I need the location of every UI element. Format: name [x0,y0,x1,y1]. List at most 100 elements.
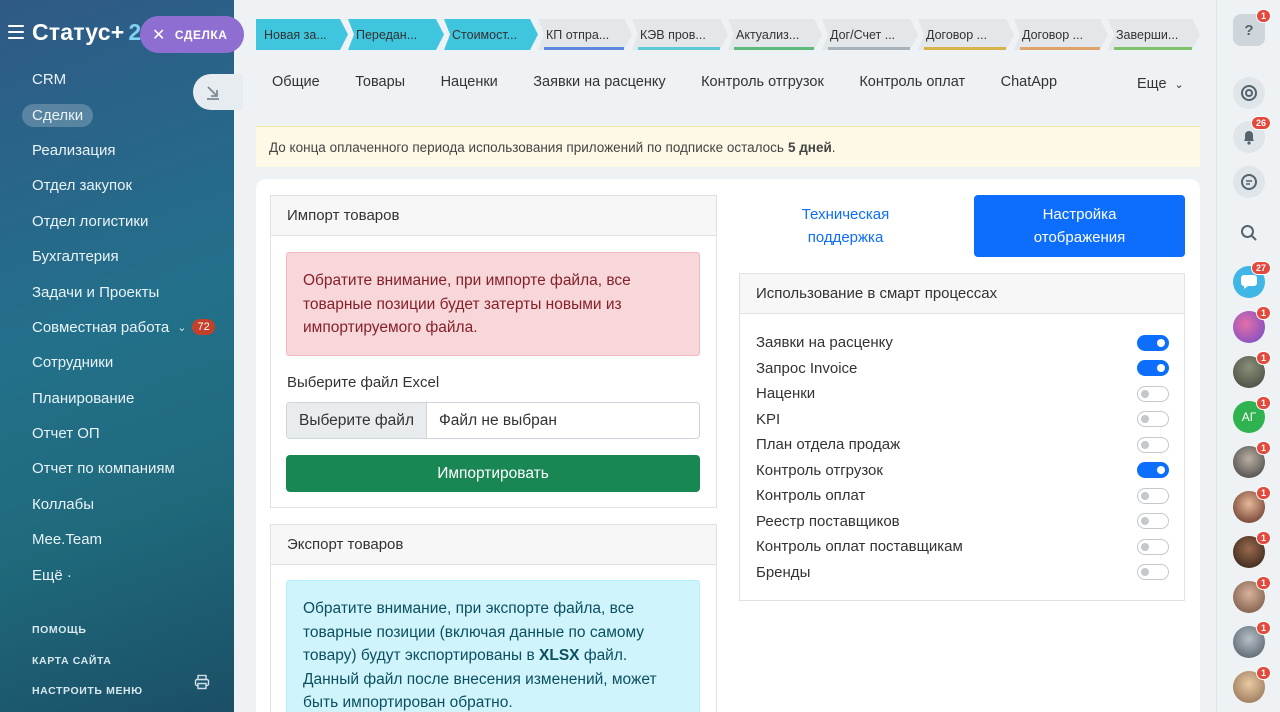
deal-tabs: Общие Товары Наценки Заявки на расценку Конт… [272,74,1093,90]
stage-step[interactable]: Передан... [348,19,444,50]
toggle-switch[interactable] [1137,538,1169,555]
tab[interactable]: Наценки [441,74,498,90]
tab[interactable]: Общие [272,74,320,90]
menu-burger-icon[interactable] [8,25,24,39]
smart-process-row: Запрос Invoice [756,356,1169,382]
stage-step[interactable]: КЭВ пров... [632,19,728,50]
stage-step[interactable]: Актуализ... [728,19,822,50]
sidebar-item[interactable]: Задачи и Проекты [0,274,234,309]
stage-color-line [354,47,436,50]
user-avatar-4[interactable]: 1 [1233,486,1271,523]
tab[interactable]: ChatApp [1001,74,1057,90]
stage-step[interactable]: Дог/Счет ... [822,19,918,50]
notifications-button[interactable]: 26 [1233,116,1271,153]
sidebar-item-label: CRM [32,71,67,89]
stage-color-line [734,47,814,50]
chevron-down-icon[interactable]: ⌄ [177,321,186,334]
tab[interactable]: Контроль оплат [859,74,965,90]
sidebar-item[interactable]: Коллабы [0,487,234,522]
smart-process-label: Контроль оплат [756,487,866,505]
sidebar-item[interactable]: Ещё · [0,557,234,592]
smart-processes-list: Заявки на расценку Запрос Invoice Наценки K… [756,330,1169,585]
user-avatar-6[interactable]: 1 [1233,576,1271,613]
tab[interactable]: Заявки на расценку [533,74,665,90]
sidebar-item[interactable]: Отчет по компаниям [0,451,234,486]
stage-step[interactable]: Стоимост... [444,19,538,50]
user-avatar-ag[interactable]: АГ 1 [1233,396,1271,433]
toggle-switch[interactable] [1137,360,1169,377]
chat-avatar[interactable]: 27 [1233,261,1271,298]
stage-step[interactable]: Новая за... [256,19,348,50]
toggle-switch[interactable] [1137,411,1169,428]
smart-process-row: Наценки [756,381,1169,407]
stage-step[interactable]: КП отпра... [538,19,632,50]
tab[interactable]: Товары [355,74,405,90]
display-settings-button[interactable]: Настройка отображения [974,195,1185,257]
smart-process-label: Реестр поставщиков [756,512,900,530]
toggle-switch[interactable] [1137,513,1169,530]
sidebar-item-label: Реализация [32,141,116,159]
excel-file-input[interactable]: Выберите файл Файл не выбран [286,402,700,439]
file-label: Выберите файл Excel [287,374,440,391]
chat-icon [1241,275,1257,289]
stage-color-line [262,47,340,50]
import-button[interactable]: Импортировать [286,455,700,492]
user-avatar-2[interactable]: 1 [1233,351,1271,388]
import-card: Импорт товаров Обратите внимание, при им… [270,195,717,508]
tech-support-link[interactable]: Техническая поддержка [740,203,951,249]
user-avatar-1[interactable]: 1 [1233,306,1271,343]
stage-color-line [544,47,624,50]
sidebar-item[interactable]: Совместная работа ⌄ 72 [0,310,234,345]
sitemap-link[interactable]: КАРТА САЙТА [32,655,112,667]
sidebar-item[interactable]: Mee.Team [0,522,234,557]
sidebar-item[interactable]: Отдел закупок [0,168,234,203]
stage-step[interactable]: Заверши... [1108,19,1200,50]
choose-file-button[interactable]: Выберите файл [287,403,428,438]
user-avatar-5[interactable]: 1 [1233,531,1271,568]
help-button[interactable]: ? 1 [1233,9,1271,46]
smart-process-row: KPI [756,407,1169,433]
sidebar-item[interactable]: Отдел логистики [0,204,234,239]
sidebar-item-label: Сотрудники [32,354,114,372]
stream-button[interactable] [1233,77,1265,109]
search-button[interactable] [1233,217,1265,249]
sidebar-item[interactable]: Планирование [0,381,234,416]
printer-icon[interactable] [194,674,210,690]
sidebar-item[interactable]: Сотрудники [0,345,234,380]
toggle-switch[interactable] [1137,462,1169,479]
user-avatar-3[interactable]: 1 [1233,441,1271,478]
toggle-switch[interactable] [1137,487,1169,504]
notifications-badge: 26 [1250,116,1271,130]
user-avatar-7[interactable]: 1 [1233,621,1271,658]
deal-slider-close-button[interactable]: ✕ СДЕЛКА [140,16,244,53]
main-nav: CRM Сделки Реализация Отдел закупок Отдел ло… [0,62,234,593]
avatar-badge: 1 [1255,396,1271,410]
import-card-title: Импорт товаров [271,196,716,236]
smart-process-label: Наценки [756,385,816,403]
portal-logo[interactable]: Статус+ [32,19,124,46]
smart-process-row: Реестр поставщиков [756,509,1169,535]
toggle-switch[interactable] [1137,385,1169,402]
toggle-switch[interactable] [1137,436,1169,453]
stage-label: Актуализ... [736,27,800,42]
collapse-slider-button[interactable] [193,74,243,110]
help-link[interactable]: ПОМОЩЬ [32,624,86,636]
stage-color-line [450,47,530,50]
user-avatar-8[interactable]: 1 [1233,666,1271,703]
close-icon: ✕ [152,26,166,44]
toggle-switch[interactable] [1137,334,1169,351]
configure-menu-link[interactable]: НАСТРОИТЬ МЕНЮ [32,685,143,697]
sidebar-item-label: Сделки [22,103,94,127]
toggle-switch[interactable] [1137,564,1169,581]
tab[interactable]: Контроль отгрузок [701,74,824,90]
sidebar-item[interactable]: Бухгалтерия [0,239,234,274]
stage-label: Новая за... [264,27,327,42]
sidebar-item[interactable]: Реализация [0,133,234,168]
stage-step[interactable]: Договор ... [1014,19,1108,50]
sidebar-item[interactable]: Отчет ОП [0,416,234,451]
tab-more[interactable]: Еще ⌄ [1137,76,1184,92]
messages-button[interactable] [1233,166,1265,198]
stage-step[interactable]: Договор ... [918,19,1014,50]
avatar-badge: 1 [1255,306,1271,320]
chat-badge: 27 [1250,261,1271,275]
